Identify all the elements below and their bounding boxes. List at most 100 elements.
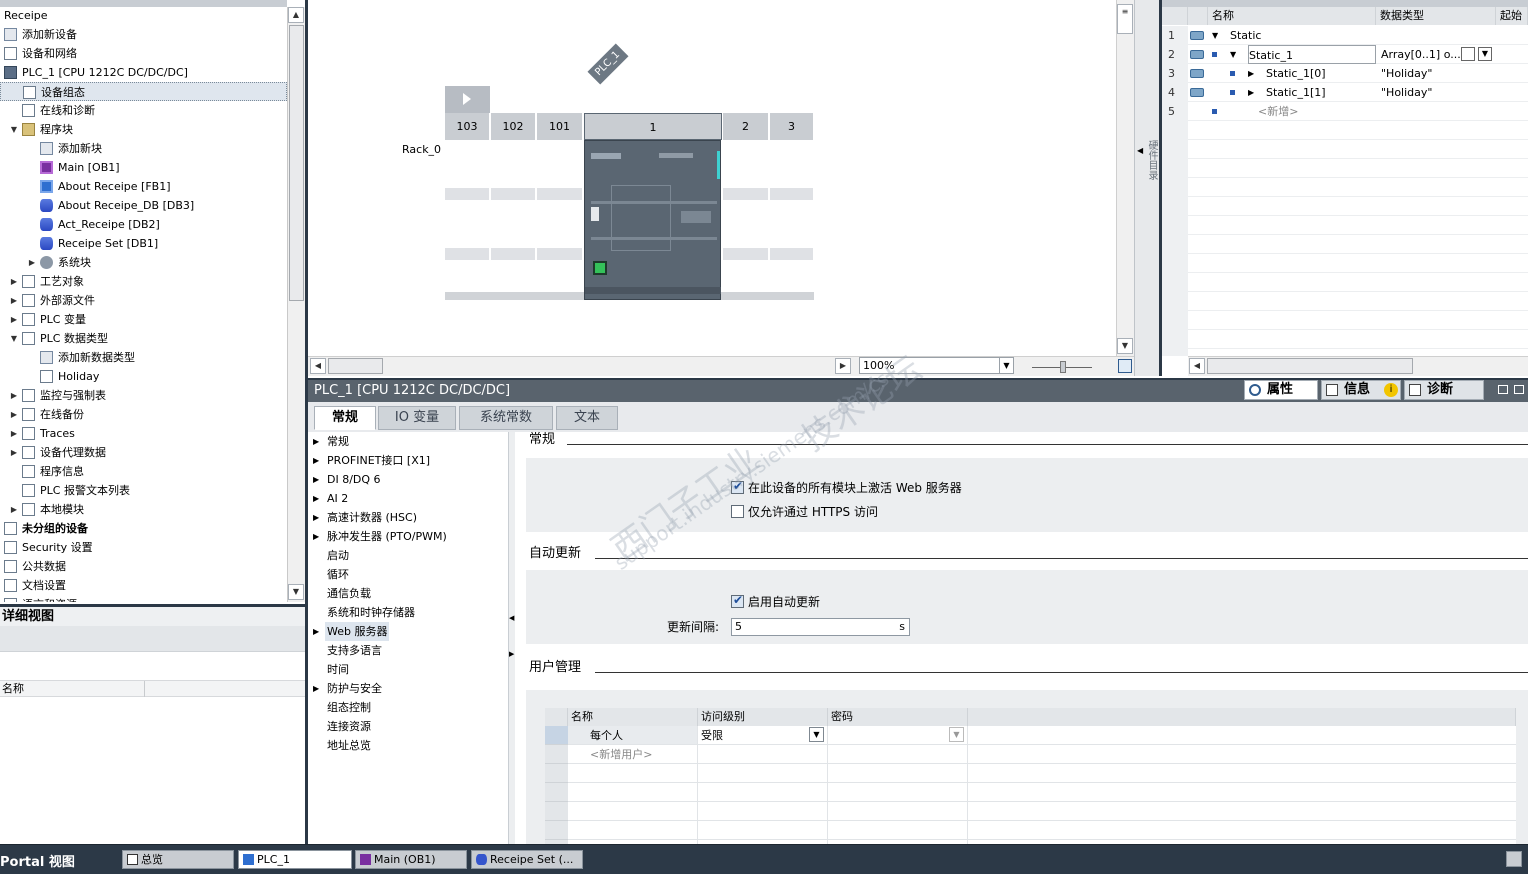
project-name[interactable]: Receipe [4, 7, 48, 25]
zoom-slider-thumb[interactable] [1060, 361, 1066, 373]
scroll-thumb[interactable] [1207, 358, 1413, 374]
slot-101[interactable] [537, 140, 583, 300]
scroll-thumb[interactable] [328, 358, 383, 374]
db-member-name[interactable]: Static_1[1] [1266, 83, 1326, 102]
tree-item[interactable]: ▶ 设备代理数据 [0, 443, 287, 462]
expand-arrow-icon[interactable]: ▶ [313, 451, 319, 470]
tree-item[interactable]: ▼PLC_1 [CPU 1212C DC/DC/DC] [0, 63, 287, 82]
slot-1-header[interactable]: 1 [584, 113, 722, 140]
chevron-down-icon[interactable]: ▼ [809, 727, 824, 742]
slot-102-header[interactable]: 102 [491, 113, 536, 140]
tree-item[interactable]: Holiday [0, 367, 287, 386]
expand-arrow-icon[interactable]: ▶ [10, 272, 18, 291]
db-member-name[interactable]: Static [1230, 26, 1261, 45]
https-only-checkbox[interactable] [731, 505, 744, 518]
expand-arrow-icon[interactable]: ▶ [313, 679, 319, 698]
expand-arrow-icon[interactable]: ▶ [509, 650, 514, 658]
tree-item[interactable]: 语言和资源 [0, 595, 287, 602]
db-member-name[interactable]: Static_1[0] [1266, 64, 1326, 83]
expand-arrow-icon[interactable]: ▶ [10, 500, 18, 519]
task-plc1[interactable]: PLC_1 [238, 850, 352, 869]
tree-item[interactable]: ▶ PLC 变量 [0, 310, 287, 329]
project-tree-scrollbar[interactable]: ▲ ▼ [287, 7, 305, 602]
db-row[interactable]: 4 ▶ Static_1[1] "Holiday" [1162, 83, 1528, 102]
scroll-right-icon[interactable]: ▶ [835, 358, 851, 374]
user-row-name-cell[interactable] [568, 726, 697, 744]
expand-arrow-icon[interactable]: ▶ [313, 527, 319, 546]
db-member-datatype[interactable]: "Holiday" [1381, 64, 1461, 83]
tree-item[interactable]: ▶ 在线备份 [0, 405, 287, 424]
scroll-left-icon[interactable]: ◀ [310, 358, 326, 374]
slot-101-header[interactable]: 101 [537, 113, 583, 140]
chevron-down-icon[interactable]: ▼ [1478, 47, 1492, 61]
db-member-datatype[interactable]: "Holiday" [1381, 83, 1461, 102]
tree-item[interactable]: 添加新块 [0, 139, 287, 158]
enable-auto-update-checkbox[interactable] [731, 593, 744, 608]
expand-arrow-icon[interactable]: ▶ [1248, 64, 1254, 83]
scroll-down-icon[interactable]: ▼ [288, 584, 304, 600]
db-member-datatype[interactable]: Array[0..1] o... [1381, 45, 1461, 64]
tree-item[interactable]: 添加新设备 [0, 25, 287, 44]
slot-2[interactable] [723, 140, 769, 300]
tree-item[interactable]: Act_Receipe [DB2] [0, 215, 287, 234]
scroll-down-icon[interactable]: ▼ [1117, 338, 1133, 354]
expand-arrow-icon[interactable]: ▶ [10, 310, 18, 329]
hardware-catalog-sidebar[interactable]: ◀ 硬件目录 [1134, 0, 1162, 376]
tab-general[interactable]: 常规 [314, 406, 376, 430]
db-header-name[interactable]: 名称 [1208, 7, 1376, 25]
tree-item[interactable]: 公共数据 [0, 557, 287, 576]
db-header-datatype[interactable]: 数据类型 [1376, 7, 1496, 25]
tab-io-tags[interactable]: IO 变量 [378, 406, 456, 430]
slot-3-header[interactable]: 3 [770, 113, 814, 140]
datatype-browse-icon[interactable] [1461, 47, 1475, 61]
slot-2-header[interactable]: 2 [723, 113, 769, 140]
update-interval-input[interactable]: 5 s [731, 618, 910, 636]
db-row[interactable]: 1 ▼ Static [1162, 26, 1528, 45]
tree-item[interactable]: Receipe Set [DB1] [0, 234, 287, 253]
tree-item[interactable]: ▶ Traces [0, 424, 287, 443]
details-view-title[interactable]: 详细视图 [0, 604, 305, 626]
chevron-down-icon[interactable]: ▼ [949, 727, 964, 742]
tree-item[interactable]: 设备组态 [0, 82, 287, 101]
expand-arrow-icon[interactable]: ▶ [10, 405, 18, 424]
collapse-arrow-icon[interactable]: ▼ [10, 329, 18, 348]
tab-texts[interactable]: 文本 [556, 406, 618, 430]
tab-info[interactable]: 信息 i [1321, 380, 1401, 400]
expand-arrow-icon[interactable]: ▶ [10, 424, 18, 443]
tree-item[interactable]: About Receipe_DB [DB3] [0, 196, 287, 215]
collapse-arrow-icon[interactable]: ▼ [10, 120, 18, 139]
tree-item[interactable]: ▶ 监控与强制表 [0, 386, 287, 405]
scroll-left-icon[interactable]: ◀ [1189, 358, 1205, 374]
tab-diagnostics[interactable]: 诊断 [1404, 380, 1484, 400]
expand-arrow-icon[interactable]: ▶ [10, 386, 18, 405]
collapse-arrow-icon[interactable]: ▼ [1230, 45, 1236, 64]
tree-item[interactable]: ▶ 外部源文件 [0, 291, 287, 310]
db-member-name[interactable]: Static_1 [1248, 45, 1376, 64]
tree-item[interactable]: ▶未分组的设备 [0, 519, 287, 538]
user-table-header-access[interactable]: 访问级别 [698, 708, 828, 726]
user-name-everyone[interactable]: 每个人 [590, 727, 623, 744]
maximize-icon[interactable] [1514, 385, 1524, 394]
expand-arrow-icon[interactable]: ▶ [1248, 83, 1254, 102]
expand-rack-icon[interactable] [445, 86, 490, 113]
task-main-ob1[interactable]: Main (OB1) [355, 850, 467, 869]
collapse-arrow-icon[interactable]: ◀ [1137, 146, 1143, 155]
collapse-arrow-icon[interactable]: ▼ [1212, 26, 1218, 45]
slot-103[interactable] [445, 140, 490, 300]
db-header-start[interactable]: 起始 [1496, 7, 1528, 25]
tab-properties[interactable]: 属性 [1244, 380, 1318, 400]
user-row-selector[interactable] [545, 726, 568, 744]
tree-item[interactable]: 文档设置 [0, 576, 287, 595]
hardware-catalog-tab[interactable]: 硬件目录 [1145, 140, 1159, 180]
slot-103-header[interactable]: 103 [445, 113, 490, 140]
tree-item[interactable]: ▼ PLC 数据类型 [0, 329, 287, 348]
tree-item[interactable]: Main [OB1] [0, 158, 287, 177]
expand-arrow-icon[interactable]: ▶ [313, 508, 319, 527]
scroll-thumb[interactable]: ≡ [1117, 4, 1133, 34]
expand-arrow-icon[interactable]: ▶ [10, 443, 18, 462]
db-row[interactable]: 5 <新增> [1162, 102, 1528, 121]
db-hscroll[interactable]: ◀ [1188, 356, 1528, 376]
tree-item[interactable]: PLC 报警文本列表 [0, 481, 287, 500]
tab-system-constants[interactable]: 系统常数 [459, 406, 553, 430]
chevron-down-icon[interactable]: ▼ [999, 358, 1013, 373]
